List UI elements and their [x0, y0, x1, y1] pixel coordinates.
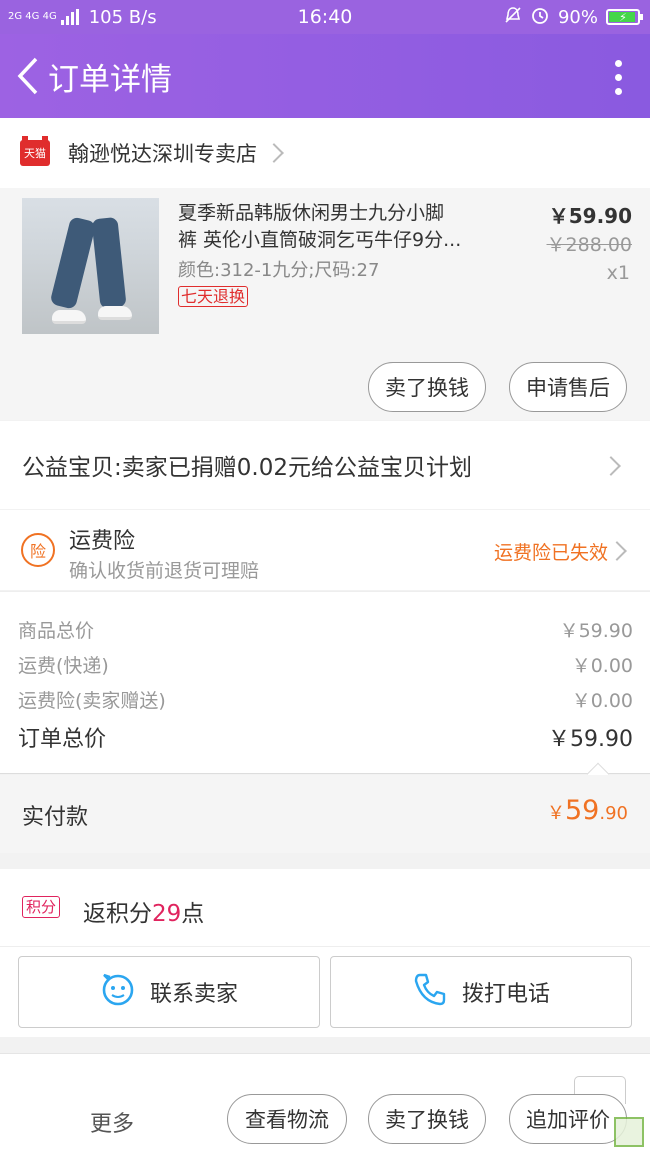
contact-seller-label: 联系卖家 — [149, 982, 238, 1007]
product-quantity: x1 — [606, 262, 630, 284]
product-title-line2: 裤 英伦小直筒破洞乞丐牛仔9分... — [178, 229, 462, 251]
product-spec: 颜色:312-1九分;尺码:27 — [178, 260, 380, 281]
summary-label: 运费(快递) — [18, 655, 109, 677]
product-image[interactable] — [22, 198, 159, 334]
store-name: 翰逊悦达深圳专卖店 — [68, 142, 257, 166]
more-button[interactable]: 更多 — [90, 1106, 134, 1138]
chevron-right-icon — [264, 143, 284, 163]
return-policy-badge: 七天退换 — [178, 286, 249, 307]
charity-text: 公益宝贝:卖家已捐赠0.02元给公益宝贝计划 — [22, 455, 472, 481]
network-speed: 105 B/s — [88, 6, 157, 28]
amount-paid-row: 实付款 ￥59.90 — [0, 775, 650, 853]
sell-button[interactable]: 卖了换钱 — [368, 1094, 486, 1144]
product-item[interactable]: 夏季新品韩版休闲男士九分小脚 裤 英伦小直筒破洞乞丐牛仔9分... 颜色:312… — [0, 188, 650, 420]
chevron-right-icon — [607, 541, 627, 561]
back-icon[interactable] — [8, 34, 48, 118]
add-review-button[interactable]: 追加评价 — [509, 1094, 627, 1144]
contact-actions: 联系卖家 拨打电话 — [0, 947, 650, 1037]
alarm-icon — [530, 5, 550, 30]
summary-value: ￥0.00 — [571, 690, 633, 712]
insurance-status: 运费险已失效 — [493, 542, 608, 564]
status-bar: 2G 4G 4G 105 B/s 16:40 90% ⚡ — [0, 0, 650, 34]
store-row[interactable]: 天猫 翰逊悦达深圳专卖店 — [0, 118, 650, 188]
insurance-subtitle: 确认收货前退货可理赔 — [69, 560, 260, 582]
phone-icon — [412, 971, 448, 1013]
network-type: 2G 4G 4G — [8, 11, 57, 22]
shipping-insurance-row[interactable]: 险 运费险 确认收货前退货可理赔 运费险已失效 — [0, 510, 650, 590]
amount-paid-value: ￥59.90 — [547, 795, 628, 826]
summary-label: 商品总价 — [18, 620, 95, 642]
summary-row: 商品总价 ￥59.90 — [18, 616, 633, 643]
order-total-value: ￥59.90 — [548, 727, 633, 752]
battery-icon: ⚡ — [606, 9, 643, 25]
product-title: 夏季新品韩版休闲男士九分小脚 裤 英伦小直筒破洞乞丐牛仔9分... — [178, 200, 508, 254]
view-logistics-button[interactable]: 查看物流 — [227, 1094, 347, 1144]
more-options-icon[interactable] — [615, 60, 622, 95]
page-title: 订单详情 — [48, 61, 172, 98]
price-summary: 商品总价 ￥59.90 运费(快递) ￥0.00 运费险(卖家赠送) ￥0.00… — [0, 591, 650, 786]
status-right: 90% ⚡ — [504, 5, 643, 30]
points-icon: 积分 — [22, 896, 61, 918]
tmall-icon: 天猫 — [20, 136, 50, 166]
title-bar: 订单详情 — [0, 34, 650, 118]
call-phone-label: 拨打电话 — [461, 982, 550, 1007]
summary-value: ￥0.00 — [571, 655, 633, 677]
battery-percent: 90% — [557, 6, 598, 28]
mute-icon — [504, 6, 522, 29]
sell-button[interactable]: 卖了换钱 — [368, 362, 486, 412]
bottom-action-bar: 更多 查看物流 卖了换钱 追加评价 — [0, 1053, 650, 1155]
watermark-logo — [614, 1117, 644, 1147]
insurance-title: 运费险 — [69, 529, 136, 554]
summary-row: 运费(快递) ￥0.00 — [18, 651, 633, 678]
signal-icon — [60, 9, 79, 25]
summary-value: ￥59.90 — [559, 620, 633, 642]
points-text: 返积分29点 — [83, 901, 205, 927]
call-phone-button[interactable]: 拨打电话 — [330, 956, 632, 1028]
points-row: 积分 返积分29点 — [0, 869, 650, 947]
signal-indicators: 2G 4G 4G 105 B/s — [8, 7, 157, 28]
contact-seller-button[interactable]: 联系卖家 — [18, 956, 320, 1028]
amount-paid-label: 实付款 — [22, 805, 89, 830]
summary-label: 运费险(卖家赠送) — [18, 690, 166, 712]
order-total-row: 订单总价 ￥59.90 — [18, 721, 633, 753]
original-price: ￥288.00 — [546, 234, 632, 256]
charity-row[interactable]: 公益宝贝:卖家已捐赠0.02元给公益宝贝计划 — [0, 421, 650, 509]
summary-row: 运费险(卖家赠送) ￥0.00 — [18, 686, 633, 713]
product-price: ￥59.90 — [548, 204, 632, 228]
insurance-icon: 险 — [21, 533, 55, 567]
order-total-label: 订单总价 — [18, 727, 107, 752]
after-sale-button[interactable]: 申请售后 — [509, 362, 627, 412]
chevron-right-icon — [601, 456, 621, 476]
product-title-line1: 夏季新品韩版休闲男士九分小脚 — [178, 202, 445, 224]
chat-icon — [100, 971, 136, 1013]
clock: 16:40 — [297, 6, 353, 28]
